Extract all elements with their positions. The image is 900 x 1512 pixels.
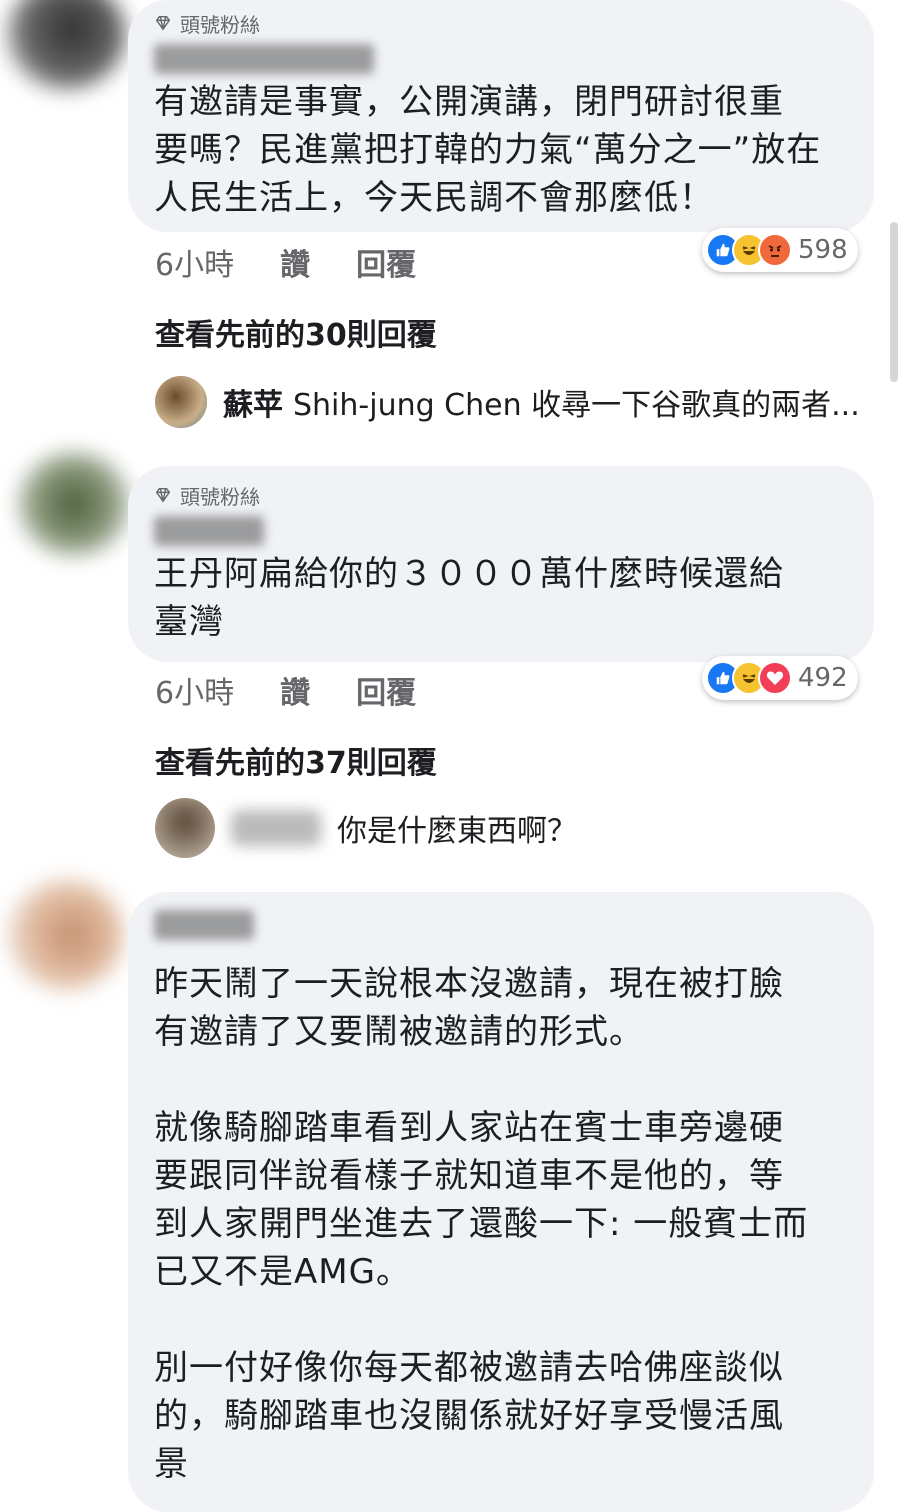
commenter-name[interactable] [154, 44, 374, 74]
comment-actions: 6小時 讚 回覆 [155, 240, 416, 284]
like-button[interactable]: 讚 [280, 668, 310, 712]
replier-name[interactable]: 蘇苹 [223, 388, 283, 423]
reaction-summary[interactable]: 492 [702, 656, 858, 700]
angry-reaction-icon [758, 233, 792, 267]
reply-preview[interactable]: 蘇苹 Shih-jung Chen 收尋一下谷歌真的兩者... [155, 376, 860, 428]
comment-text: 王丹阿扁給你的３０００萬什麼時候還給 臺灣 [154, 554, 784, 642]
reply-snippet: 你是什麼東西啊？ [337, 814, 577, 849]
replier-name[interactable] [231, 810, 321, 846]
diamond-icon [155, 487, 171, 503]
love-reaction-icon [758, 661, 792, 695]
comment-text: 有邀請是事實，公開演講，閉門研討很重 要嗎？民進黨把打韓的力氣“萬分之一”放在 … [154, 82, 822, 218]
reaction-count: 598 [798, 235, 848, 265]
reply-button[interactable]: 回覆 [356, 240, 416, 284]
comment-bubble: 頭號粉絲 有邀請是事實，公開演講，閉門研討很重 要嗎？民進黨把打韓的力氣“萬分之… [128, 0, 874, 232]
replier-avatar[interactable] [155, 376, 207, 428]
commenter-avatar[interactable] [8, 880, 124, 990]
reaction-count: 492 [798, 663, 848, 693]
top-fan-badge: 頭號粉絲 [154, 8, 848, 38]
comment-text: 昨天鬧了一天說根本沒邀請，現在被打臉 有邀請了又要鬧被邀請的形式。 就像騎腳踏車… [154, 964, 809, 1484]
top-fan-badge: 頭號粉絲 [154, 480, 848, 510]
comment-time[interactable]: 6小時 [155, 240, 234, 284]
commenter-name[interactable] [154, 910, 254, 940]
reply-snippet: Shih-jung Chen 收尋一下谷歌真的兩者... [293, 388, 860, 423]
comment-bubble: 昨天鬧了一天說根本沒邀請，現在被打臉 有邀請了又要鬧被邀請的形式。 就像騎腳踏車… [128, 892, 874, 1512]
commenter-avatar[interactable] [18, 452, 130, 556]
commenter-avatar[interactable] [6, 0, 126, 90]
replier-avatar[interactable] [155, 798, 215, 858]
reply-preview[interactable]: 你是什麼東西啊？ [155, 798, 577, 858]
view-previous-replies[interactable]: 查看先前的37則回覆 [155, 738, 437, 782]
view-previous-replies[interactable]: 查看先前的30則回覆 [155, 310, 437, 354]
scrollbar[interactable] [890, 222, 898, 382]
diamond-icon [155, 15, 171, 31]
reaction-summary[interactable]: 598 [702, 228, 858, 272]
comment-bubble: 頭號粉絲 王丹阿扁給你的３０００萬什麼時候還給 臺灣 [128, 466, 874, 662]
like-button[interactable]: 讚 [280, 240, 310, 284]
badge-label: 頭號粉絲 [180, 484, 260, 509]
reply-button[interactable]: 回覆 [356, 668, 416, 712]
comment-time[interactable]: 6小時 [155, 668, 234, 712]
comment-actions: 6小時 讚 回覆 [155, 668, 416, 712]
commenter-name[interactable] [154, 516, 264, 546]
reply-text: 蘇苹 Shih-jung Chen 收尋一下谷歌真的兩者... [223, 380, 860, 424]
badge-label: 頭號粉絲 [180, 12, 260, 37]
